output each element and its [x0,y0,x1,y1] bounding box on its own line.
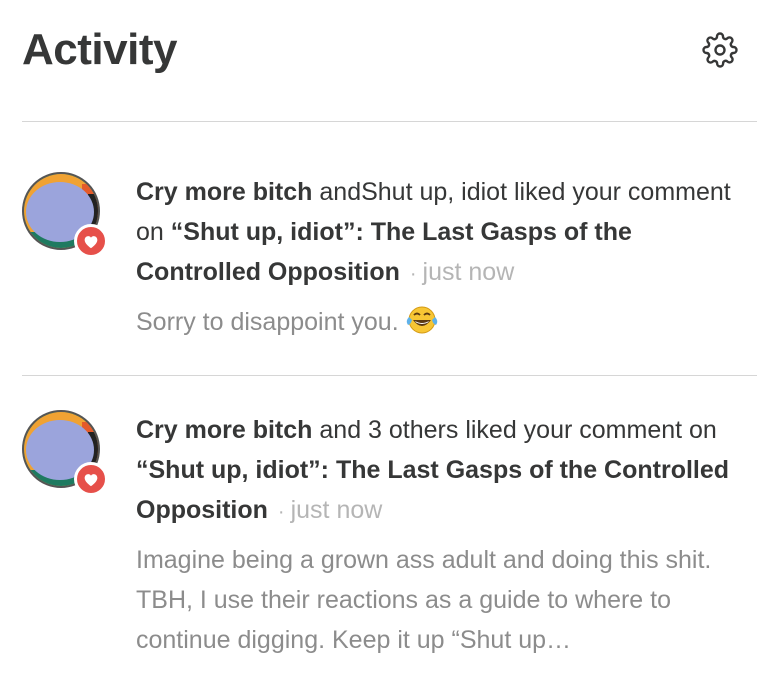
heart-icon [74,224,108,258]
activity-headline: Cry more bitch and 3 others liked your c… [136,410,757,532]
comment-snippet: Sorry to disappoint you. [136,302,757,346]
header-divider [22,121,757,122]
heart-icon [74,462,108,496]
actor-name[interactable]: Cry more bitch [136,178,312,206]
activity-connector: and 3 others liked your comment on [312,416,717,444]
timestamp: just now [290,496,383,524]
gear-icon[interactable] [701,31,739,69]
comment-snippet-text: Sorry to disappoint you. [136,308,399,336]
post-title[interactable]: “Shut up, idiot”: The Last Gasps of the … [136,218,632,286]
avatar[interactable] [22,172,108,258]
activity-content: Cry more bitch and 3 others liked your c… [136,410,757,660]
page-title: Activity [22,25,177,74]
separator-dot: · [409,263,417,285]
laughing-tears-emoji-icon [405,304,439,346]
activity-header: Activity [22,22,743,78]
item-divider [22,375,757,376]
activity-headline: Cry more bitch andShut up, idiot liked y… [136,172,757,294]
post-title[interactable]: “Shut up, idiot”: The Last Gasps of the … [136,456,729,524]
avatar[interactable] [22,410,108,496]
activity-content: Cry more bitch andShut up, idiot liked y… [136,172,757,346]
separator-dot: · [277,501,285,523]
timestamp: just now [422,258,515,286]
activity-item[interactable]: Cry more bitch andShut up, idiot liked y… [22,172,757,346]
comment-snippet: Imagine being a grown ass adult and doin… [136,546,712,654]
actor-name[interactable]: Cry more bitch [136,416,312,444]
activity-item[interactable]: Cry more bitch and 3 others liked your c… [22,410,757,660]
